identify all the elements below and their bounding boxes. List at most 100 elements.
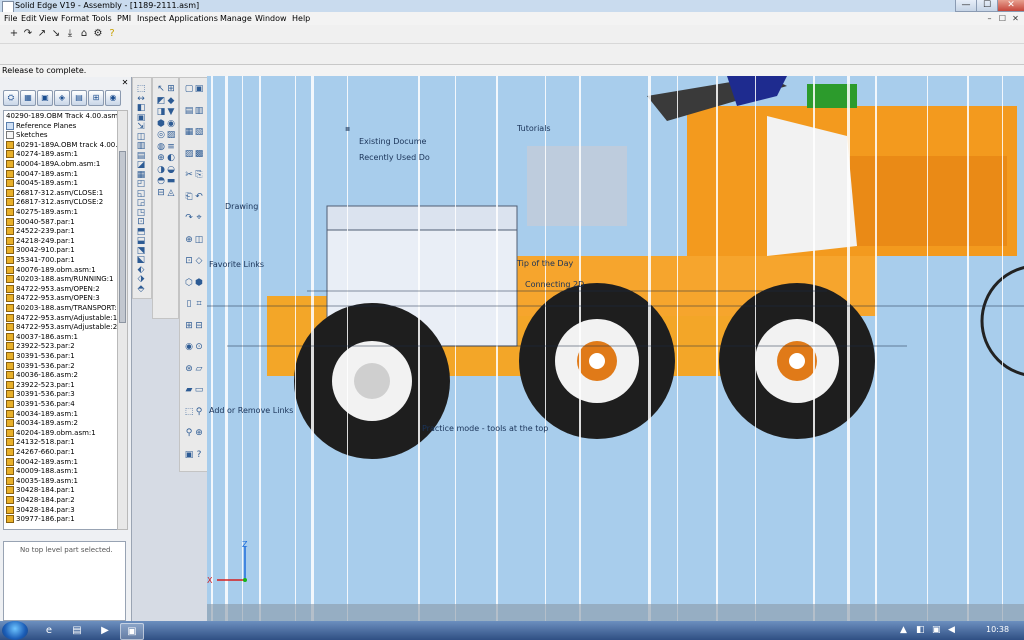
tray-arrow-icon[interactable]: ▲ <box>900 625 907 635</box>
toolbar-tool-icon[interactable]: ↷ <box>184 213 194 223</box>
toolbar-tool-icon[interactable]: ▣ <box>184 450 194 460</box>
tree-item[interactable]: 26817-312.asm/CLOSE:1 <box>6 188 103 198</box>
pathfinder-tab-assembly[interactable]: ⛭ <box>3 90 19 106</box>
tray-flag-icon[interactable]: ▣ <box>932 625 941 635</box>
menu-pmi[interactable]: PMI <box>117 14 131 23</box>
menu-help[interactable]: Help <box>292 14 310 23</box>
arrow-down-icon[interactable]: ↘ <box>51 28 61 39</box>
tree-item[interactable]: Sketches <box>6 131 48 140</box>
taskbar-ie-icon[interactable]: e <box>38 623 60 638</box>
toolbar-tool-icon[interactable]: ⊙ <box>194 342 204 352</box>
tree-item[interactable]: 40036-186.asm:2 <box>6 371 78 380</box>
tree-item[interactable]: 40203-188.asm/TRANSPORT:1 <box>6 304 117 313</box>
download-icon[interactable]: ⤓ <box>65 28 75 39</box>
toolbar-tool-icon[interactable]: ◓ <box>156 176 166 186</box>
toolbar-tool-icon[interactable]: ▧ <box>194 127 204 137</box>
tree-item[interactable]: 40042-189.asm:1 <box>6 457 78 467</box>
toolbar-tool-icon[interactable]: ⬒ <box>136 227 146 237</box>
doc-minimize-button[interactable]: – <box>984 14 995 24</box>
toolbar-tool-icon[interactable]: ⊟ <box>156 188 166 198</box>
tree-item[interactable]: 40275-189.asm:1 <box>6 208 78 217</box>
tree-item[interactable]: 40290-189.OBM Track 4.00.asm:1 <box>6 112 117 121</box>
graphics-window[interactable]: ▪ Existing Docume Recently Used Do Tutor… <box>207 76 1024 621</box>
toolbar-tool-icon[interactable]: ⌗ <box>194 299 204 309</box>
toolbar-tool-icon[interactable]: ⊕ <box>184 235 194 245</box>
toolbar-tool-icon[interactable]: ◫ <box>136 132 146 142</box>
doc-restore-button[interactable]: ☐ <box>997 14 1008 24</box>
tree-item[interactable]: 40047-189.asm:1 <box>6 169 78 179</box>
toolbar-tool-icon[interactable]: ▥ <box>194 106 204 116</box>
toolbar-tool-icon[interactable]: ▱ <box>194 364 204 374</box>
close-button[interactable]: ✕ <box>997 0 1024 12</box>
toolbar-tool-icon[interactable]: ▤ <box>136 151 146 161</box>
tree-item[interactable]: 30977-186.par:1 <box>6 515 75 524</box>
toolbar-tool-icon[interactable]: ↔ <box>136 94 146 104</box>
toolbar-tool-icon[interactable]: ⬖ <box>136 265 146 275</box>
tree-item[interactable]: 84722-953.asm/OPEN:2 <box>6 284 100 294</box>
tree-item[interactable]: 30391-536.par:2 <box>6 361 75 371</box>
toolbar-tool-icon[interactable]: ◑ <box>156 165 166 175</box>
tree-item[interactable]: 23922-523.par:1 <box>6 380 75 390</box>
toolbar-tool-icon[interactable]: ◬ <box>166 188 176 198</box>
toolbar-tool-icon[interactable]: ↖ <box>156 84 166 94</box>
menu-view[interactable]: View <box>39 14 58 23</box>
toolbar-tool-icon[interactable]: ◎ <box>156 130 166 140</box>
menu-tools[interactable]: Tools <box>92 14 112 23</box>
toolbar-tool-icon[interactable]: ◍ <box>156 142 166 152</box>
pathfinder-tab-view[interactable]: ◉ <box>105 90 121 106</box>
tree-item[interactable]: 40291-189A.OBM track 4.00.asm:1 <box>6 140 117 150</box>
toolbar-tool-icon[interactable]: ◨ <box>156 107 166 117</box>
tree-item[interactable]: 30428-184.par:3 <box>6 505 75 515</box>
toolbar-tool-icon[interactable]: ▣ <box>194 84 204 94</box>
toolbar-tool-icon[interactable]: ▥ <box>136 141 146 151</box>
toolbar-tool-icon[interactable]: ⊡ <box>136 217 146 227</box>
toolbar-tool-icon[interactable]: ⬗ <box>136 274 146 284</box>
toolbar-tool-icon[interactable]: ⎘ <box>194 170 204 180</box>
tree-item[interactable]: 35341-700.par:1 <box>6 256 75 265</box>
toolbar-tool-icon[interactable]: ◐ <box>166 153 176 163</box>
toolbar-tool-icon[interactable]: ◲ <box>136 198 146 208</box>
toolbar-tool-icon[interactable]: ⊞ <box>184 321 194 331</box>
toolbar-tool-icon[interactable]: ◳ <box>136 208 146 218</box>
toolbar-tool-icon[interactable]: ⬓ <box>136 236 146 246</box>
toolbar-tool-icon[interactable]: ⬘ <box>136 284 146 294</box>
toolbar-tool-icon[interactable]: ◱ <box>136 189 146 199</box>
maximize-button[interactable]: ☐ <box>976 0 998 12</box>
tree-item[interactable]: 40009-188.asm:1 <box>6 467 78 476</box>
toolbar-tool-icon[interactable]: ▤ <box>184 106 194 116</box>
pathfinder-tab-grid[interactable]: ⊞ <box>88 90 104 106</box>
menu-applications[interactable]: Applications <box>169 14 218 23</box>
toolbar-tool-icon[interactable]: ▦ <box>184 127 194 137</box>
toolbar-tool-icon[interactable]: ≡ <box>166 142 176 152</box>
menu-inspect[interactable]: Inspect <box>137 14 166 23</box>
tree-item[interactable]: 84722-953.asm/Adjustable:1 <box>6 313 117 323</box>
tree-item[interactable]: 30391-536.par:4 <box>6 400 75 409</box>
doc-close-button[interactable]: ✕ <box>1010 14 1021 24</box>
tray-network-icon[interactable]: ◧ <box>916 625 925 635</box>
toolbar-tool-icon[interactable]: ⇲ <box>136 122 146 132</box>
toolbar-tool-icon[interactable]: ⬔ <box>136 246 146 256</box>
redo-icon[interactable]: ↷ <box>23 28 33 39</box>
arrow-up-icon[interactable]: ↗ <box>37 28 47 39</box>
pathfinder-tab-parts[interactable]: ▦ <box>20 90 36 106</box>
toolbar-tool-icon[interactable]: ⬕ <box>136 255 146 265</box>
toolbar-tool-icon[interactable]: ▩ <box>194 149 204 159</box>
toolbar-tool-icon[interactable]: ◪ <box>136 160 146 170</box>
toolbar-tool-icon[interactable]: ⊕ <box>156 153 166 163</box>
toolbar-tool-icon[interactable]: ⎗ <box>184 192 194 202</box>
toolbar-tool-icon[interactable]: ▰ <box>184 385 194 395</box>
tree-item[interactable]: 40203-188.asm/RUNNING:1 <box>6 275 114 284</box>
toolbar-tool-icon[interactable]: ? <box>194 450 204 460</box>
toolbar-tool-icon[interactable]: ⚲ <box>184 428 194 438</box>
minimize-button[interactable]: — <box>955 0 977 12</box>
toolbar-tool-icon[interactable]: ⬢ <box>194 278 204 288</box>
taskbar-solidedge-icon[interactable]: ▣ <box>120 623 144 640</box>
toolbar-tool-icon[interactable]: ◉ <box>184 342 194 352</box>
toolbar-tool-icon[interactable]: ⬚ <box>184 407 194 417</box>
pathfinder-tab-sensors[interactable]: ▤ <box>71 90 87 106</box>
tree-item[interactable]: 24267-660.par:1 <box>6 448 75 457</box>
tree-scrollbar-thumb[interactable] <box>119 151 126 323</box>
assembly-tree[interactable]: 40290-189.OBM Track 4.00.asm:1 Reference … <box>3 110 118 530</box>
toolbar-tool-icon[interactable]: ⬢ <box>156 119 166 129</box>
tree-item[interactable]: 30391-536.par:1 <box>6 352 75 361</box>
